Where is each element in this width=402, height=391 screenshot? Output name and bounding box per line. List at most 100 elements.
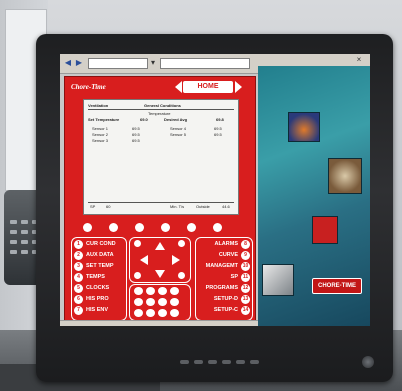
menu-item-his-env[interactable]: 7 HIS ENV <box>74 305 108 316</box>
down-arrow-icon[interactable] <box>155 270 165 278</box>
lcd-row-d: 69.5 <box>214 126 222 131</box>
left-menu: 1 CUR COND 2 AUX DATA 3 SET TEMP 4 TEMPS… <box>71 237 127 321</box>
lcd-footer-left-val: 60 <box>106 204 111 209</box>
monitor-button[interactable] <box>250 360 259 364</box>
keypad-key[interactable] <box>158 309 167 317</box>
menu-number: 12 <box>241 284 250 293</box>
keypad-key[interactable] <box>146 287 155 295</box>
lcd-title: Ventilation <box>88 103 109 108</box>
menu-item-clocks[interactable]: 5 CLOCKS <box>74 283 109 294</box>
softkey-6[interactable] <box>213 223 222 232</box>
feeder-thumbnail[interactable] <box>288 112 320 142</box>
lcd-row-a: Sensor 3 <box>92 138 109 143</box>
keypad-key[interactable] <box>134 287 143 295</box>
up-arrow-icon[interactable] <box>155 242 165 250</box>
keypad-key[interactable] <box>170 287 179 295</box>
softkey-4[interactable] <box>161 223 170 232</box>
menu-label: SET TEMP <box>86 263 114 269</box>
nav-corner-button[interactable] <box>178 240 185 247</box>
left-arrow-icon[interactable] <box>140 255 148 265</box>
menu-number: 11 <box>241 273 250 282</box>
keypad-key[interactable] <box>146 309 155 317</box>
menu-label: SP <box>230 274 238 280</box>
controller-panel: Chore-Time HOME Ventilation General Cond… <box>64 76 256 322</box>
softkey-1[interactable] <box>83 223 92 232</box>
menu-item-his-pro[interactable]: 6 HIS PRO <box>74 294 109 305</box>
lcd-row-a: Sensor 2 <box>92 132 109 137</box>
softkey-2[interactable] <box>109 223 118 232</box>
keypad-key[interactable] <box>134 298 143 306</box>
nav-corner-button[interactable] <box>134 272 141 279</box>
close-icon[interactable]: × <box>354 55 364 65</box>
search-input[interactable] <box>160 58 250 69</box>
menu-item-managemt[interactable]: MANAGEMT 10 <box>206 261 250 272</box>
menu-label: SETUP-C <box>213 307 238 313</box>
monitor-button[interactable] <box>194 360 203 364</box>
menu-item-setup-c[interactable]: SETUP-C 14 <box>214 305 250 316</box>
menu-number: 1 <box>74 240 83 249</box>
lcd-col-set: Set Temperature <box>88 117 120 122</box>
monitor-screen: ◀ ▶ ▾ Chore-Time HOME Ventilation Genera… <box>60 54 370 326</box>
menu-number: 7 <box>74 306 83 315</box>
menu-item-sp[interactable]: SP 11 <box>231 272 250 283</box>
lcd-row-b: 69.5 <box>132 138 140 143</box>
menu-number: 9 <box>241 251 250 260</box>
menu-number: 4 <box>74 273 83 282</box>
menu-number: 3 <box>74 262 83 271</box>
menu-label: MANAGEMT <box>205 263 238 269</box>
monitor-button[interactable] <box>180 360 189 364</box>
menu-item-curve[interactable]: CURVE 9 <box>219 250 250 261</box>
menu-item-programs[interactable]: PROGRAMS 12 <box>206 283 250 294</box>
lcd-subheader: Temperature <box>148 111 171 116</box>
forward-icon[interactable]: ▶ <box>74 58 84 68</box>
monitor-button[interactable] <box>236 360 245 364</box>
eggs-thumbnail[interactable] <box>328 158 362 194</box>
controller-thumbnail[interactable] <box>312 216 338 244</box>
keypad-key[interactable] <box>134 309 143 317</box>
nav-corner-button[interactable] <box>178 272 185 279</box>
lcd-footer-right: Outside <box>196 204 210 209</box>
nav-corner-button[interactable] <box>134 240 141 247</box>
menu-item-aux-data[interactable]: 2 AUX DATA <box>74 250 114 261</box>
dropdown-icon[interactable]: ▾ <box>148 58 158 68</box>
menu-label: HIS PRO <box>86 296 109 302</box>
prev-arrow-icon[interactable] <box>175 81 182 93</box>
keypad-key[interactable] <box>170 298 179 306</box>
lcd-row-a: Sensor 1 <box>92 126 109 131</box>
menu-label: CURVE <box>218 252 238 258</box>
menu-item-alarms[interactable]: ALARMS 8 <box>214 239 250 250</box>
lcd-display: Ventilation General Conditions Temperatu… <box>83 99 239 215</box>
lcd-col-exp: Desired Avg <box>164 117 188 122</box>
brand-badge: CHORE-TIME <box>312 278 362 294</box>
next-arrow-icon[interactable] <box>235 81 242 93</box>
right-arrow-icon[interactable] <box>172 255 180 265</box>
menu-label: PROGRAMS <box>205 285 238 291</box>
keypad-key[interactable] <box>158 298 167 306</box>
keypad-key[interactable] <box>170 309 179 317</box>
address-input[interactable] <box>88 58 148 69</box>
lcd-row-d: 69.5 <box>214 132 222 137</box>
keypad-key[interactable] <box>158 287 167 295</box>
lcd-col-val: 69.8 <box>216 117 224 122</box>
menu-label: CLOCKS <box>86 285 110 291</box>
keypad-key[interactable] <box>146 298 155 306</box>
lcd-row-b: 69.5 <box>132 126 140 131</box>
menu-number: 8 <box>241 240 250 249</box>
monitor-button[interactable] <box>208 360 217 364</box>
menu-item-setup-d[interactable]: SETUP-D 13 <box>214 294 250 305</box>
softkey-5[interactable] <box>187 223 196 232</box>
menu-label: TEMPS <box>86 274 105 280</box>
numeric-keypad <box>129 284 191 321</box>
menu-item-cur-cond[interactable]: 1 CUR COND <box>74 239 116 250</box>
menu-item-temps[interactable]: 4 TEMPS <box>74 272 105 283</box>
power-button[interactable] <box>362 356 374 368</box>
menu-item-set-temp[interactable]: 3 SET TEMP <box>74 261 114 272</box>
lcd-footer-left: SP <box>90 204 96 209</box>
decorative-pane: × CHORE-TIME <box>258 54 370 326</box>
home-button[interactable]: HOME <box>183 81 233 93</box>
browser-toolbar: ◀ ▶ ▾ <box>60 54 258 74</box>
monitor-button[interactable] <box>222 360 231 364</box>
back-icon[interactable]: ◀ <box>63 58 73 68</box>
softkey-3[interactable] <box>135 223 144 232</box>
equipment-thumbnail[interactable] <box>262 264 294 296</box>
